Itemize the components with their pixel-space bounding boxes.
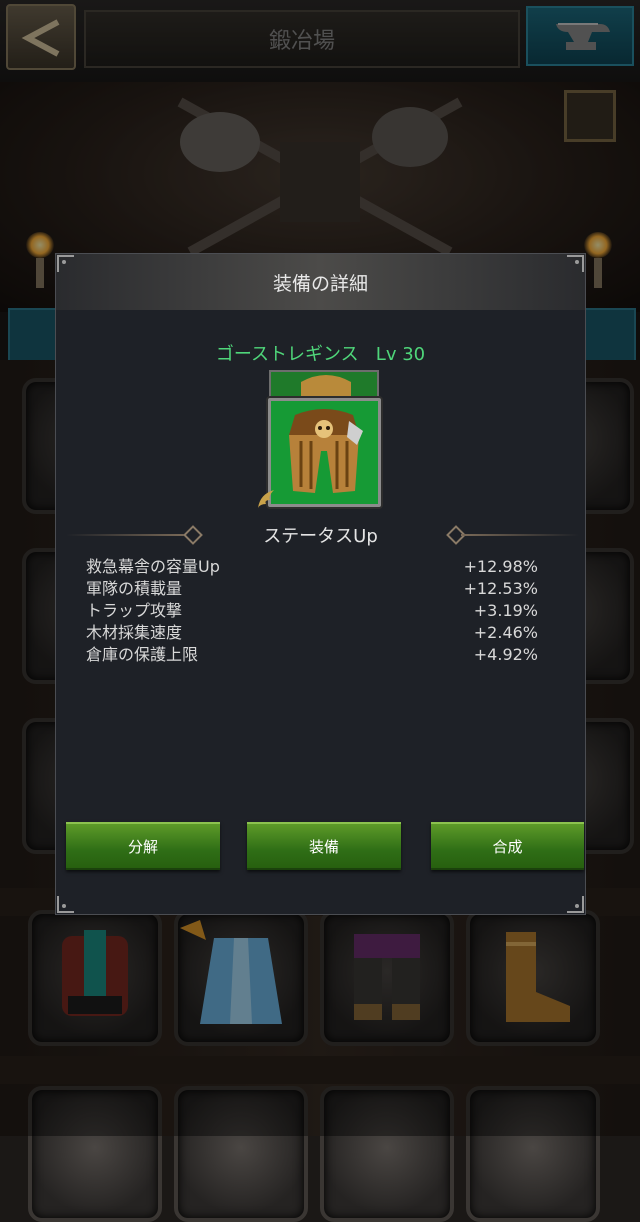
corner-ornament-icon [57, 896, 74, 913]
modal-header: 装備の詳細 [56, 254, 585, 310]
stat-label: 木材採集速度 [86, 623, 183, 642]
corner-ornament-icon [567, 255, 584, 272]
leggings-icon [289, 409, 363, 493]
item-icon-frame [268, 398, 381, 507]
stat-row: 木材採集速度 +2.46% [86, 622, 538, 644]
stat-list: 救急幕舎の容量Up +12.98% 軍隊の積載量 +12.53% トラップ攻撃 +3.… [86, 556, 538, 666]
dismantle-button-label: 分解 [127, 837, 158, 856]
stat-value: +3.19% [473, 601, 538, 620]
stat-label: 軍隊の積載量 [86, 579, 183, 598]
stat-value: +12.98% [463, 557, 538, 576]
stat-value: +4.92% [473, 645, 538, 664]
corner-ornament-icon [567, 896, 584, 913]
item-name: ゴーストレギンス [215, 344, 359, 365]
compose-button[interactable]: 合成 [431, 822, 584, 870]
equip-button[interactable]: 装備 [247, 822, 401, 870]
stat-label: 倉庫の保護上限 [86, 645, 199, 664]
equip-button-label: 装備 [308, 837, 339, 856]
dismantle-button[interactable]: 分解 [66, 822, 220, 870]
stat-label: 救急幕舎の容量Up [86, 557, 220, 576]
modal-title: 装備の詳細 [272, 272, 368, 295]
stat-value: +12.53% [463, 579, 538, 598]
stat-label: トラップ攻撃 [86, 601, 183, 620]
divider-right [461, 534, 579, 536]
item-level: Lv 30 [375, 344, 426, 365]
stat-row: 救急幕舎の容量Up +12.98% [86, 556, 538, 578]
stat-row: トラップ攻撃 +3.19% [86, 600, 538, 622]
stat-row: 軍隊の積載量 +12.53% [86, 578, 538, 600]
equipment-detail-modal: 装備の詳細 ゴーストレギンス Lv 30 ステータスUp 救急幕舎の容量Up +1… [55, 253, 586, 915]
item-name-line: ゴーストレギンス Lv 30 [56, 340, 585, 366]
stat-value: +2.46% [473, 623, 538, 642]
compose-button-label: 合成 [492, 837, 523, 856]
wing-icon [258, 490, 274, 508]
stat-row: 倉庫の保護上限 +4.92% [86, 644, 538, 666]
corner-ornament-icon [57, 255, 74, 272]
